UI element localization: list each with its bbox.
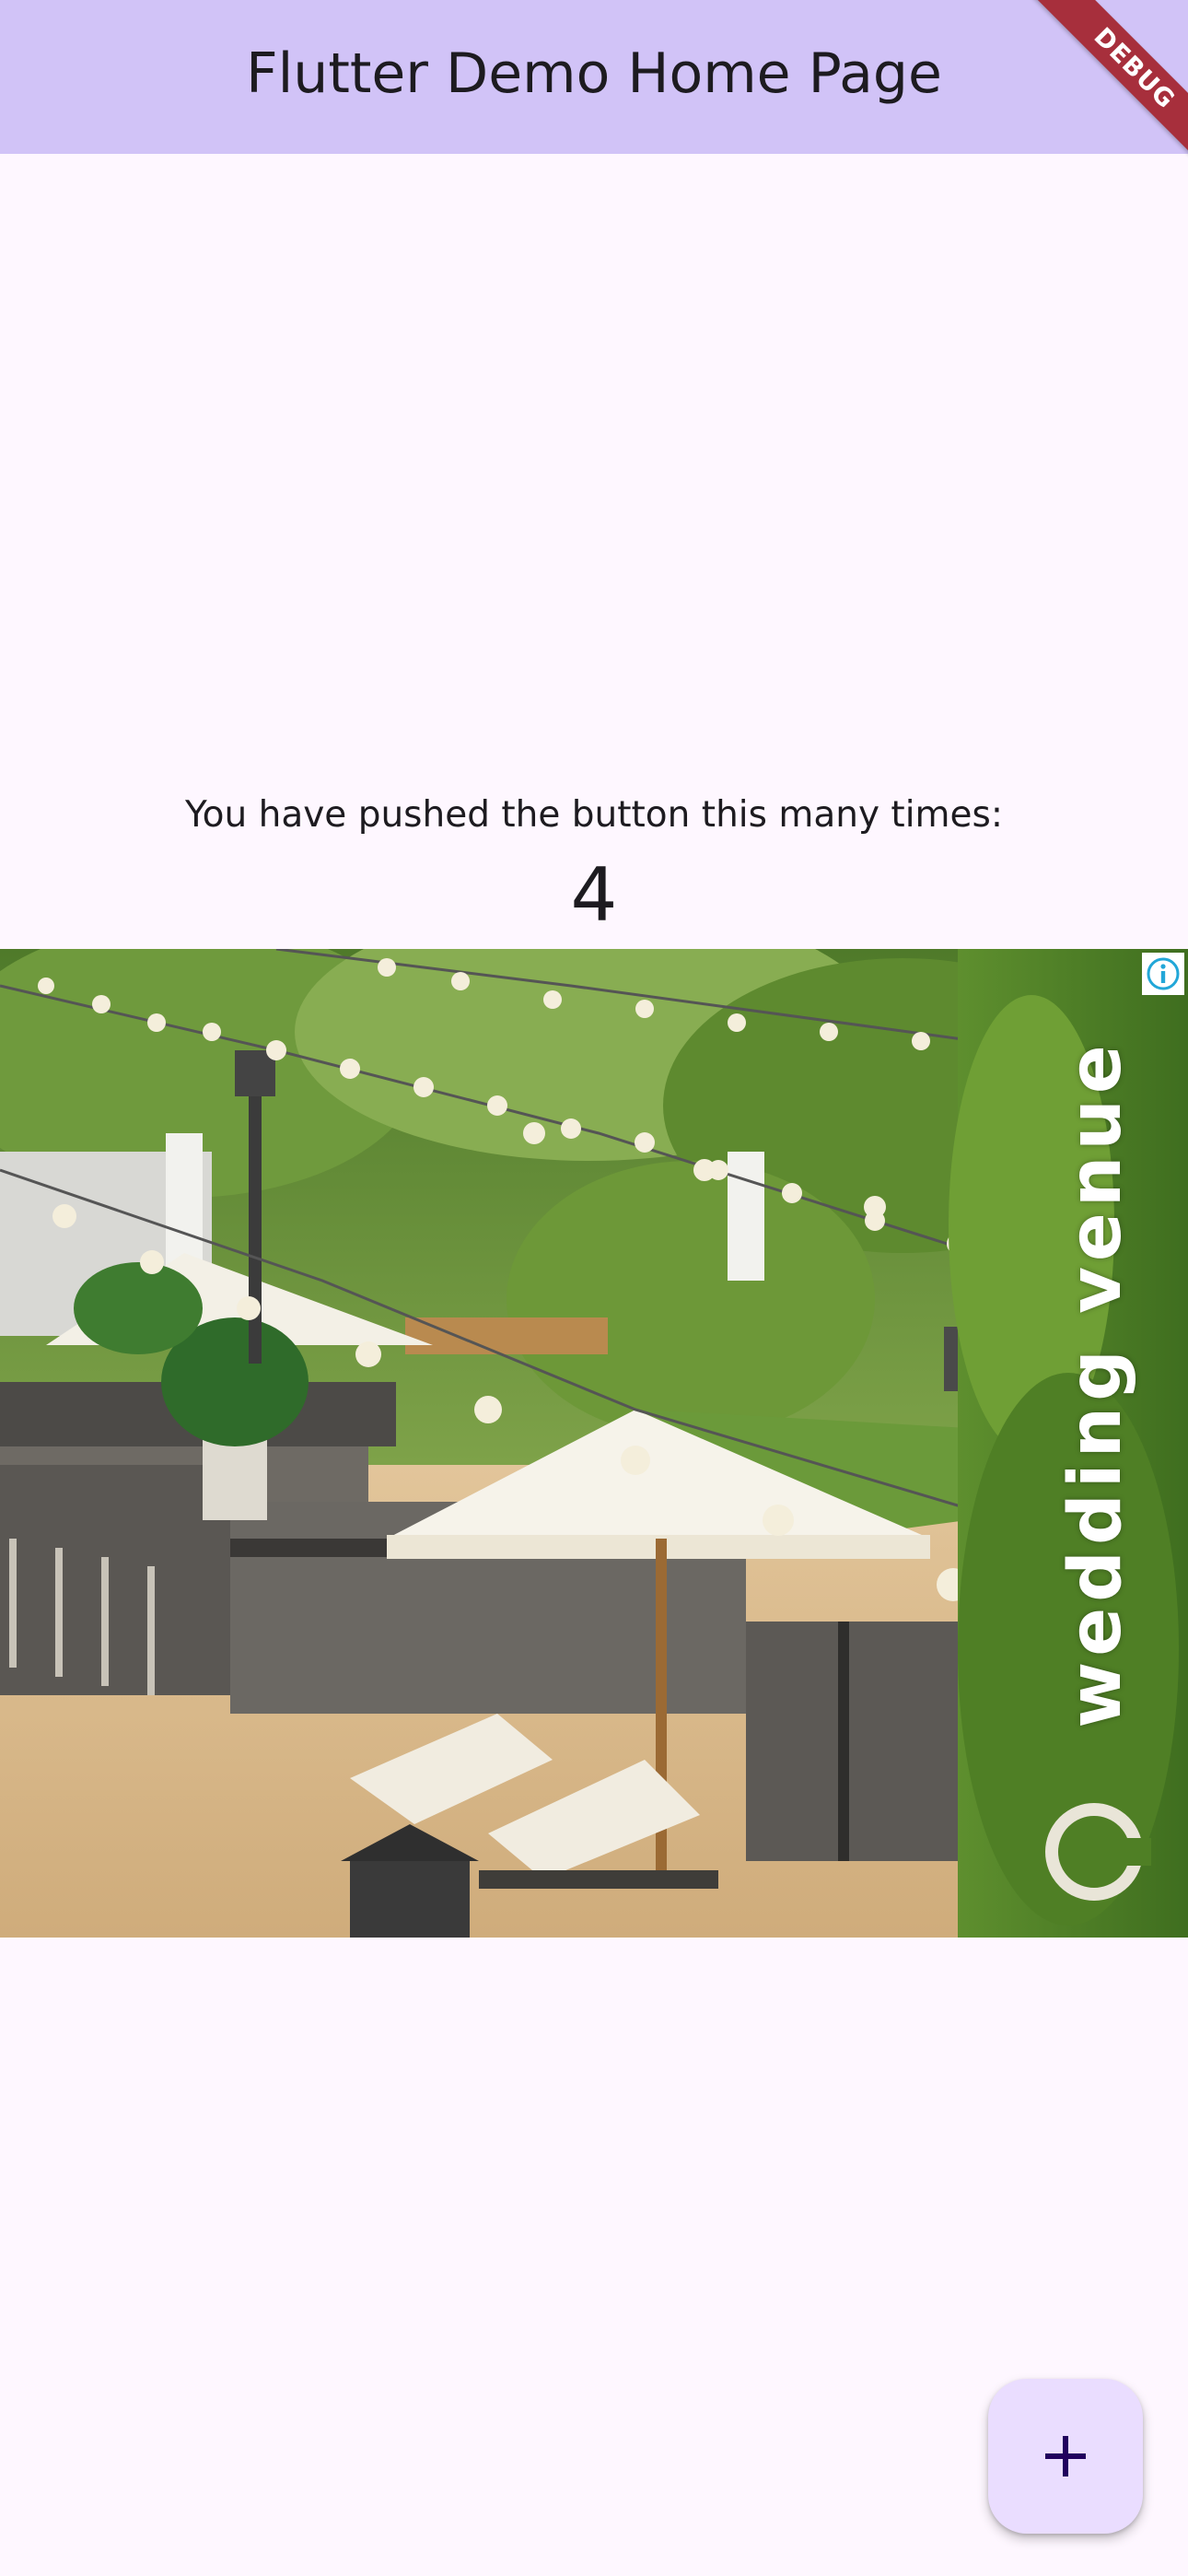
info-icon[interactable] <box>1142 953 1184 995</box>
increment-button[interactable] <box>988 2379 1143 2534</box>
counter-value: 4 <box>570 852 618 938</box>
plus-icon <box>1045 2436 1086 2476</box>
ad-banner[interactable]: wedding venue <box>0 949 1188 1938</box>
ad-text-label: wedding venue <box>1054 1038 1137 1728</box>
counter-label: You have pushed the button this many tim… <box>184 794 1003 836</box>
page-title: Flutter Demo Home Page <box>246 41 942 106</box>
ad-text: wedding venue <box>1004 949 1188 1938</box>
app-bar: Flutter Demo Home Page <box>0 0 1188 154</box>
